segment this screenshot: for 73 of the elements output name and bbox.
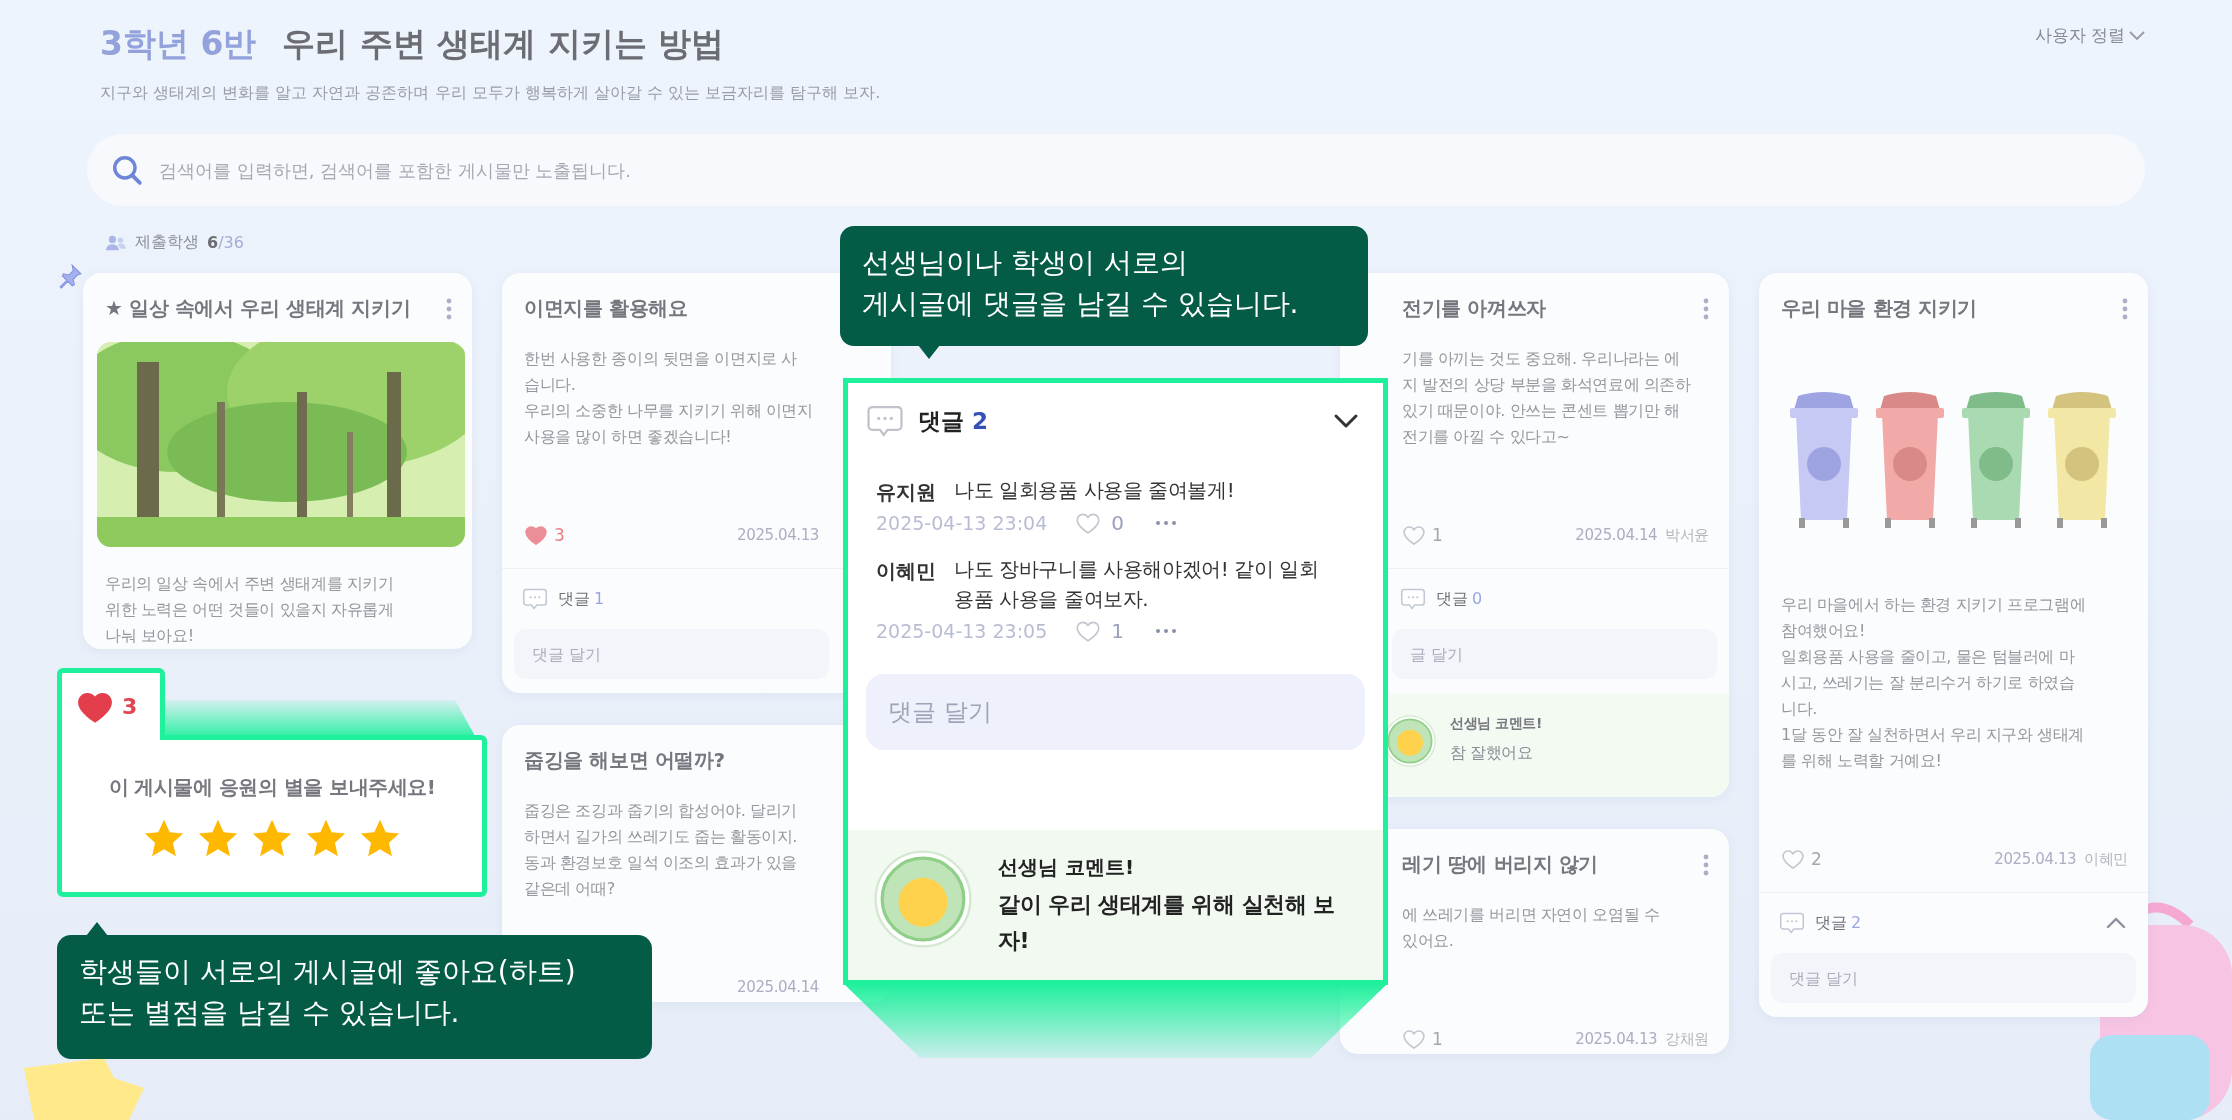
post-date: 2025.04.13	[737, 526, 819, 544]
comment-input[interactable]: 댓글 달기	[866, 674, 1365, 750]
comment-input[interactable]: 댓글 달기	[1771, 953, 2136, 1003]
comment-count: 댓글 1	[558, 588, 605, 610]
post-title: 이면지를 활용해요	[524, 295, 688, 322]
like-count: 1	[1432, 1029, 1443, 1049]
post-text: 기를 아끼는 것도 중요해. 우리나라는 에 지 발전의 상당 부분을 화석연료에 의존하 있기 때문이야. 안쓰는 콘센트 뽑기만 해 전기를 아낄 수 있다고~	[1402, 348, 1692, 448]
post-title: 레기 땅에 버리지 않기	[1402, 851, 1599, 878]
post-text: 한번 사용한 종이의 뒷면을 이면지로 사 습니다. 우리의 소중한 나무를 지키기 위해 이면지 사용을 많이 하면 좋겠습니다!	[524, 348, 814, 448]
post-date: 2025.04.14	[737, 978, 819, 996]
post-title: 우리 마을 환경 지키기	[1781, 295, 1978, 322]
sort-dropdown[interactable]: 사용자 정렬	[2034, 24, 2145, 47]
more-icon[interactable]	[1703, 853, 1709, 876]
teacher-comment-text: 참 잘했어요	[1450, 743, 1534, 764]
post-text: 우리 마을에서 하는 환경 지키기 프로그램에 참여했어요! 일회용품 사용을 줄이고, 물은 텀블러에 마 시고, 쓰레기는 잘 분리수거 하기로 하였습 니다. 1달 동안 잘 실천하면서 우리 지구와 생태계 를 위해 노력할 거예요!	[1781, 594, 2087, 772]
comment-time: 2025-04-13 23:04	[876, 512, 1048, 534]
like-count: 3	[554, 525, 565, 545]
like-count: 1	[1432, 525, 1443, 545]
like-count: 0	[1111, 511, 1124, 535]
tooltip-pointer	[918, 345, 940, 359]
submission-label: 제출학생	[135, 232, 199, 253]
comment-count: 댓글 2	[918, 406, 990, 436]
teacher-comment-label: 선생님 코멘트!	[1450, 715, 1543, 733]
comment-text: 나도 일회용품 사용을 줄여볼게!	[954, 477, 1236, 504]
heart-icon[interactable]	[524, 523, 548, 547]
tooltip: 학생들이 서로의 게시글에 좋아요(하트) 또는 별점을 남길 수 있습니다.	[57, 935, 652, 1059]
more-icon[interactable]	[1153, 627, 1178, 635]
tooltip-pointer	[86, 922, 108, 936]
more-icon[interactable]	[1703, 297, 1709, 320]
like-count: 3	[122, 694, 138, 719]
board-title: 우리 주변 생태계 지키는 방법	[282, 23, 725, 65]
post-title: 줍깅을 해보면 어떨까?	[524, 747, 725, 774]
submission-count: 6/36	[207, 233, 244, 252]
comment-icon	[1400, 586, 1426, 612]
comment-input[interactable]: 글 달기	[1392, 629, 1717, 679]
comment-icon	[522, 586, 548, 612]
post-date: 2025.04.13	[1575, 1030, 1658, 1048]
students-icon	[105, 233, 127, 252]
post-text: 우리의 일상 속에서 주변 생태계를 지키기 위한 노력은 어떤 것들이 있을지 자유롭게 나눠 보아요!	[105, 573, 395, 647]
like-count: 1	[1111, 619, 1124, 643]
comment-count: 댓글 2	[1815, 912, 1862, 934]
post-text: 줍깅은 조깅과 줍기의 합성어야. 달리기 하면서 길가의 쓰레기도 줍는 활동이지. 동과 환경보호 일석 이조의 효과가 있을 같은데 어때?	[524, 800, 799, 900]
rating-prompt: 이 게시물에 응원의 별을 보내주세요!	[108, 773, 436, 801]
teacher-comment-text: 같이 우리 생태계를 위해 실천해 보 자!	[998, 891, 1335, 955]
comment-time: 2025-04-13 23:05	[876, 620, 1048, 642]
more-icon[interactable]	[2122, 297, 2128, 320]
like-tab[interactable]: 3	[57, 668, 165, 740]
search-field[interactable]: 검색어를 입력하면, 검색어를 포함한 게시물만 노출됩니다.	[159, 159, 2121, 181]
post-title: ★ 일상 속에서 우리 생태계 지키기	[105, 295, 411, 322]
search-bar[interactable]: 검색어를 입력하면, 검색어를 포함한 게시물만 노출됩니다.	[87, 134, 2145, 206]
post-date: 2025.04.13	[1994, 850, 2077, 868]
more-icon[interactable]	[1153, 519, 1178, 527]
board-description: 지구와 생태계의 변화를 알고 자연과 공존하며 우리 모두가 행복하게 살아갈 수 있는 보금자리를 탐구해 보자.	[100, 83, 882, 104]
sticker-icon	[874, 850, 972, 948]
more-icon[interactable]	[446, 297, 452, 320]
comment-icon	[1779, 910, 1805, 936]
tooltip: 선생님이나 학생이 서로의 게시글에 댓글을 남길 수 있습니다.	[840, 226, 1368, 346]
class-name: 3학년 6반	[100, 23, 257, 65]
comment-input[interactable]: 댓글 달기	[514, 629, 829, 679]
post-title: 전기를 아껴쓰자	[1402, 295, 1546, 322]
teacher-comment-label: 선생님 코멘트!	[998, 854, 1136, 881]
search-icon	[111, 154, 143, 186]
post-date: 2025.04.14	[1575, 526, 1658, 544]
comment-author: 이혜민	[876, 558, 937, 585]
caret-icon	[2129, 31, 2145, 40]
post-author: 이혜민	[2084, 849, 2128, 869]
comment-text: 나도 장바구니를 사용해야겠어! 같이 일회 용품 사용을 줄여보자.	[954, 556, 1320, 613]
comment-author: 유지원	[876, 479, 937, 506]
like-count: 2	[1811, 849, 1822, 869]
post-author: 강채원	[1665, 1029, 1709, 1049]
post-text: 에 쓰레기를 버리면 자연이 오염될 수 있어요.	[1402, 904, 1661, 952]
comment-count: 댓글 0	[1436, 588, 1483, 610]
post-author: 박서윤	[1665, 525, 1709, 545]
